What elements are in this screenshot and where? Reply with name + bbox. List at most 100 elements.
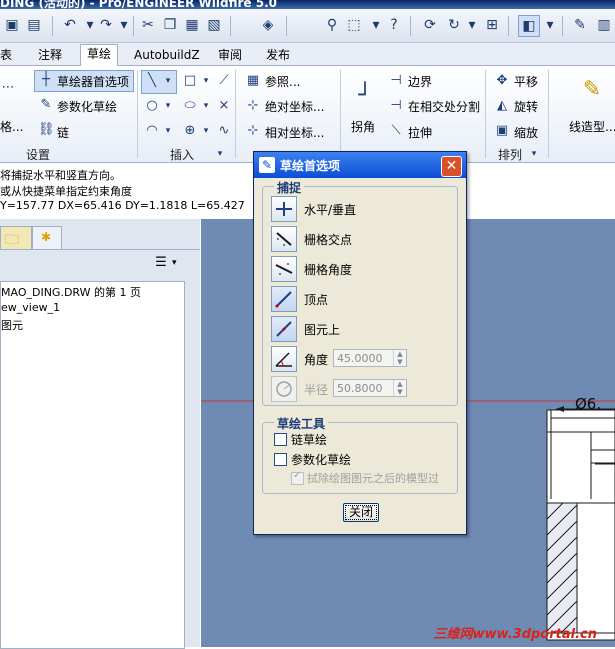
divide-at-intersection-button[interactable]: 在相交处分割: [408, 98, 480, 115]
snap-angle-button[interactable]: [271, 346, 297, 372]
chain-sketch-checkbox[interactable]: [274, 433, 287, 446]
grid-icon[interactable]: ⋯: [0, 80, 16, 96]
scale-icon[interactable]: ▣: [494, 123, 510, 139]
parametric-sketch-icon[interactable]: ✎: [38, 97, 54, 113]
line-icon[interactable]: ╲: [144, 73, 160, 89]
rotate-button[interactable]: 旋转: [514, 98, 538, 115]
paste-icon[interactable]: ▦: [182, 15, 202, 35]
corner-button[interactable]: 拐角: [351, 118, 375, 135]
snap-grid-intersection-button[interactable]: [271, 226, 297, 252]
rotate-icon[interactable]: ◭: [494, 98, 510, 114]
sketcher-preferences-button[interactable]: 草绘器首选项: [57, 73, 129, 90]
extend-button[interactable]: 拉伸: [408, 124, 432, 141]
select-dropdown-icon[interactable]: ▾: [366, 15, 386, 35]
angle-input[interactable]: 45.0000 ▲ ▼: [333, 349, 407, 367]
snap-grid-angle-button[interactable]: [271, 256, 297, 282]
window-title: DING (活动的) - Pro/ENGINEER Wildfire 5.0: [0, 0, 277, 9]
absolute-coordinate-button[interactable]: 绝对坐标...: [265, 98, 324, 115]
layer-icon[interactable]: ◈: [258, 15, 278, 35]
copy-icon[interactable]: ❐: [160, 15, 180, 35]
chain-icon[interactable]: ⛓: [38, 122, 55, 138]
repaint-icon[interactable]: ↻: [444, 15, 464, 35]
redo-dropdown-icon[interactable]: ▾: [114, 15, 134, 35]
dialog-title-bar[interactable]: ✎ 草绘首选项 ✕: [254, 152, 466, 178]
ellipse-icon[interactable]: ⬭: [182, 98, 198, 114]
parametric-sketch-button[interactable]: 参数化草绘: [57, 98, 117, 115]
boundary-icon[interactable]: ⊣: [388, 73, 404, 89]
insert-group-expand-icon[interactable]: ▾: [212, 146, 228, 162]
cut-icon[interactable]: ✂: [138, 15, 158, 35]
arc-icon[interactable]: ◠: [144, 123, 160, 139]
tab-autobuildz[interactable]: AutobuildZ: [134, 46, 200, 65]
close-button[interactable]: 关闭: [343, 503, 379, 522]
save-icon[interactable]: ▤: [24, 15, 44, 35]
snap-grid-intersection-label: 栅格交点: [304, 233, 353, 247]
line-dropdown-icon[interactable]: ▾: [160, 73, 176, 89]
dimension-label[interactable]: Ø6.: [575, 395, 601, 413]
redo-icon[interactable]: ↷: [96, 15, 116, 35]
boundary-button[interactable]: 边界: [408, 73, 432, 90]
reference-icon[interactable]: ▦: [245, 73, 261, 89]
arrange-group-expand-icon[interactable]: ▾: [526, 146, 542, 162]
parametric-sketch-checkbox[interactable]: [274, 453, 287, 466]
arc-dropdown-icon[interactable]: ▾: [160, 123, 176, 139]
rectangle-dropdown-icon[interactable]: ▾: [198, 73, 214, 89]
circle-dropdown-icon[interactable]: ▾: [160, 98, 176, 114]
tree-list-icon[interactable]: ☰: [153, 255, 169, 271]
snap-vertex-button[interactable]: [271, 286, 297, 312]
regenerate-icon[interactable]: ⟳: [420, 15, 440, 35]
undo-icon[interactable]: ↶: [60, 15, 80, 35]
absolute-coordinate-icon[interactable]: ⊹: [245, 98, 261, 114]
angle-spinner-icon[interactable]: ▲ ▼: [393, 350, 406, 366]
point-icon[interactable]: ×: [216, 98, 232, 114]
display-dropdown-icon[interactable]: ▾: [540, 15, 560, 35]
tab-annotate[interactable]: 注释: [38, 46, 62, 65]
sketcher-preferences-icon[interactable]: ┼: [38, 72, 54, 88]
tab-review[interactable]: 审阅: [218, 46, 242, 65]
corner-icon[interactable]: ┘: [352, 85, 378, 114]
select-box-icon[interactable]: ⬚: [344, 15, 364, 35]
chamfer-icon[interactable]: ⟋: [216, 73, 232, 89]
tab-sketch[interactable]: 草绘: [80, 44, 119, 66]
scale-button[interactable]: 缩放: [514, 124, 538, 141]
display-style-icon[interactable]: ◧: [518, 15, 540, 37]
fillet-icon[interactable]: ⊕: [182, 123, 198, 139]
snap-horizontal-vertical-button[interactable]: [271, 196, 297, 222]
tree-item-view[interactable]: ew_view_1: [1, 301, 60, 314]
folder-tab[interactable]: 🗀: [0, 226, 32, 250]
repaint-dropdown-icon[interactable]: ▾: [462, 15, 482, 35]
move-icon[interactable]: ✥: [494, 73, 510, 89]
spline-icon[interactable]: ∿: [216, 123, 232, 139]
ellipse-dropdown-icon[interactable]: ▾: [198, 98, 214, 114]
open-icon[interactable]: ▣: [2, 15, 22, 35]
tab-table[interactable]: 表: [0, 46, 12, 65]
favorites-tab[interactable]: ✱: [32, 226, 62, 250]
sheet-icon[interactable]: ▥: [594, 15, 614, 35]
move-button[interactable]: 平移: [514, 73, 538, 90]
tree-item-sheet[interactable]: MAO_DING.DRW 的第 1 页: [1, 284, 141, 300]
paste-special-icon[interactable]: ▧: [204, 15, 224, 35]
tab-publish[interactable]: 发布: [266, 46, 290, 65]
dialog-close-icon[interactable]: ✕: [441, 156, 462, 177]
grid-label[interactable]: 格...: [0, 118, 23, 135]
fillet-dropdown-icon[interactable]: ▾: [198, 123, 214, 139]
tree-item-entities[interactable]: 图元: [1, 317, 23, 333]
relative-coordinate-icon[interactable]: ⊹: [245, 123, 261, 139]
line-style-button[interactable]: 线造型...: [569, 118, 615, 135]
zoom-icon[interactable]: ⊞: [482, 15, 502, 35]
pen-tool-icon[interactable]: ✎: [570, 15, 590, 35]
circle-icon[interactable]: ○: [144, 98, 160, 114]
rectangle-icon[interactable]: □: [182, 73, 198, 89]
relative-coordinate-button[interactable]: 相对坐标...: [265, 124, 324, 141]
on-entity-icon: [276, 321, 292, 337]
snap-on-entity-button[interactable]: [271, 316, 297, 342]
line-style-icon[interactable]: ✎: [578, 79, 606, 110]
window-title-bar: DING (活动的) - Pro/ENGINEER Wildfire 5.0: [0, 0, 615, 9]
chain-button[interactable]: 链: [57, 124, 69, 141]
tree-dropdown-icon[interactable]: ▾: [172, 255, 182, 271]
info-icon[interactable]: ?: [384, 15, 404, 35]
extend-icon[interactable]: ⟍: [388, 123, 404, 139]
find-icon[interactable]: ⚲: [322, 15, 342, 35]
divide-icon[interactable]: ⊣: [388, 98, 404, 114]
reference-button[interactable]: 参照...: [265, 73, 300, 90]
